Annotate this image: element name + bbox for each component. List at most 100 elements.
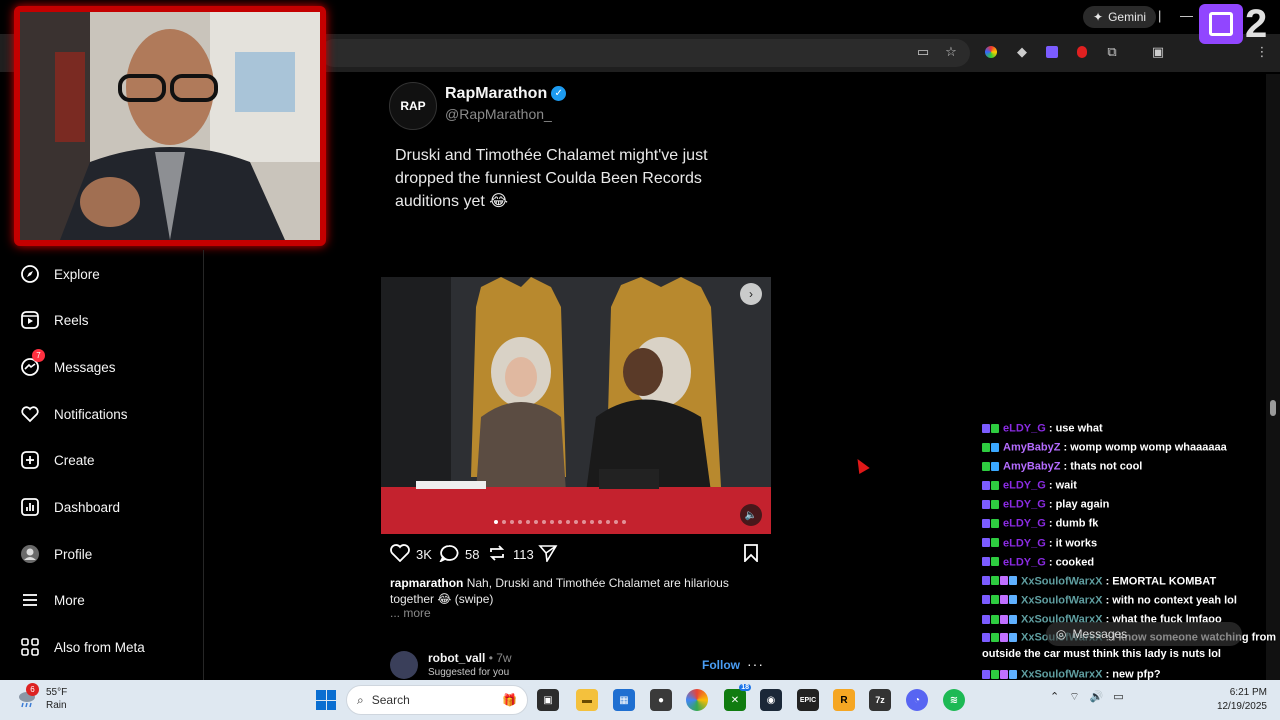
chat-text: : it works (1048, 536, 1098, 549)
comment-action[interactable]: 58 (438, 544, 480, 565)
suggested-author[interactable]: robot_vall • 7w (428, 651, 512, 665)
chat-username[interactable]: eLDY_G (1003, 480, 1046, 492)
nav-create[interactable]: Create (20, 448, 95, 472)
suggested-label: Suggested for you (428, 667, 510, 678)
caption-username[interactable]: rapmarathon (390, 576, 463, 590)
address-bar[interactable] (320, 39, 970, 67)
extension-color-icon[interactable] (983, 44, 999, 60)
repost-action[interactable]: 113 (487, 544, 534, 565)
chat-badges (982, 572, 1018, 591)
discord-icon[interactable]: ◔ (906, 689, 928, 711)
taskbar-search[interactable]: ⌕ Search 🎁 (346, 685, 528, 715)
chat-username[interactable]: XxSoulofWarxX (1021, 575, 1103, 587)
extension-red-icon[interactable] (1074, 44, 1090, 60)
chat-badge-icon (982, 423, 990, 433)
chat-username[interactable]: eLDY_G (1003, 556, 1046, 568)
spotify-icon[interactable]: ≋ (943, 689, 965, 711)
comment-count: 58 (465, 547, 480, 562)
microsoft-store-icon[interactable]: ▦ (613, 689, 635, 711)
post-avatar[interactable]: RAP (389, 82, 437, 130)
chat-badge-icon (982, 669, 990, 679)
carousel-next-button[interactable]: › (740, 283, 762, 305)
post-author-name[interactable]: RapMarathon (445, 85, 547, 102)
chat-badge-icon (991, 480, 999, 490)
chat-badges (982, 495, 1000, 514)
chat-badges (982, 591, 1018, 610)
chat-username[interactable]: eLDY_G (1003, 518, 1046, 530)
nav-also-from-meta[interactable]: Also from Meta (20, 635, 145, 659)
nav-messages[interactable]: 7 Messages (20, 349, 116, 379)
gemini-button[interactable]: ✦ Gemini (1083, 6, 1157, 28)
chat-badge-icon (982, 538, 990, 548)
follow-button[interactable]: Follow (702, 658, 740, 672)
messages-popup[interactable]: ◎ Messages (1046, 622, 1242, 646)
nav-notifications[interactable]: Notifications (20, 402, 128, 426)
caption-more-link[interactable]: ... more (390, 606, 431, 620)
cast-icon[interactable]: ▭ (915, 44, 931, 60)
suggested-username[interactable]: robot_vall (428, 651, 485, 665)
nav-label: More (54, 592, 85, 608)
scrollbar-thumb[interactable] (1270, 400, 1276, 416)
rain-cloud-icon: 6 (16, 683, 39, 710)
chat-badge-icon (991, 632, 999, 642)
chat-username[interactable]: XxSoulofWarxX (1021, 594, 1103, 606)
save-action[interactable] (743, 544, 759, 565)
chat-username[interactable]: XxSoulofWarxX (1021, 668, 1103, 680)
minimize-button[interactable]: — (1180, 8, 1193, 23)
chat-username[interactable]: AmyBabyZ (1003, 461, 1060, 473)
nav-more[interactable]: More (20, 588, 85, 612)
battery-icon[interactable]: ▭ (1113, 690, 1123, 704)
chat-badge-icon (1000, 576, 1008, 586)
post-options-icon[interactable]: ··· (747, 656, 764, 672)
carousel-dot (550, 520, 554, 524)
steam-icon[interactable]: ◉ (760, 689, 782, 711)
extension-twitch-icon[interactable] (1044, 44, 1060, 60)
bookmark-star-icon[interactable]: ☆ (943, 44, 959, 60)
chat-badge-icon (991, 461, 999, 471)
xbox-icon[interactable]: ✕ 18 (724, 684, 751, 711)
extensions-puzzle-icon[interactable]: ⧉ (1104, 44, 1120, 60)
chat-username[interactable]: eLDY_G (1003, 537, 1046, 549)
nav-profile[interactable]: Profile (20, 542, 92, 566)
chat-badge-icon (1009, 595, 1017, 605)
chat-username[interactable]: eLDY_G (1003, 422, 1046, 434)
mute-toggle-icon[interactable]: 🔈 (740, 504, 762, 526)
file-explorer-icon[interactable]: ▬ (576, 689, 598, 711)
chat-badge-icon (982, 519, 990, 529)
extension-diamond-icon[interactable]: ◆ (1014, 44, 1030, 60)
game-app-icon[interactable]: ● (650, 689, 672, 711)
nav-explore[interactable]: Explore (20, 262, 100, 286)
epic-games-icon[interactable]: EPIC (797, 689, 819, 711)
sidebar-panel-icon[interactable]: ▣ (1150, 44, 1166, 60)
chat-badges (982, 610, 1018, 629)
chevron-up-icon[interactable]: ⌃ (1050, 690, 1059, 704)
carousel-dot (582, 520, 586, 524)
nav-dashboard[interactable]: Dashboard (20, 495, 120, 519)
suggested-avatar[interactable] (390, 651, 418, 679)
chat-username[interactable]: AmyBabyZ (1003, 442, 1060, 454)
webcam-image (20, 12, 320, 240)
bookmark-icon (743, 544, 759, 565)
archive-app-icon[interactable]: 7z (869, 689, 891, 711)
chat-badge-icon (991, 538, 999, 548)
rockstar-icon[interactable]: R (833, 689, 855, 711)
chat-badge-icon (991, 519, 999, 529)
chat-badges (982, 514, 1000, 533)
network-icon[interactable]: ⌔ (1069, 690, 1079, 704)
chrome-icon[interactable] (686, 689, 708, 711)
weather-widget[interactable]: 6 55°F Rain (16, 683, 67, 712)
post-author[interactable]: RapMarathon ✓ (445, 85, 567, 103)
taskbar-clock[interactable]: 6:21 PM 12/19/2025 (1207, 686, 1267, 714)
sparkle-icon: ✦ (1093, 10, 1104, 24)
like-action[interactable]: 3K (390, 544, 432, 565)
nav-reels[interactable]: Reels (20, 308, 89, 332)
share-action[interactable] (538, 544, 558, 565)
windows-start-icon[interactable] (316, 690, 336, 710)
carousel-dot (590, 520, 594, 524)
volume-icon[interactable]: 🔊 (1090, 690, 1104, 704)
carousel-dot (534, 520, 538, 524)
post-media[interactable]: › 🔈 (381, 277, 771, 534)
task-view-icon[interactable]: ▣ (537, 689, 559, 711)
chat-username[interactable]: eLDY_G (1003, 499, 1046, 511)
post-handle[interactable]: @RapMarathon_ (445, 106, 552, 122)
